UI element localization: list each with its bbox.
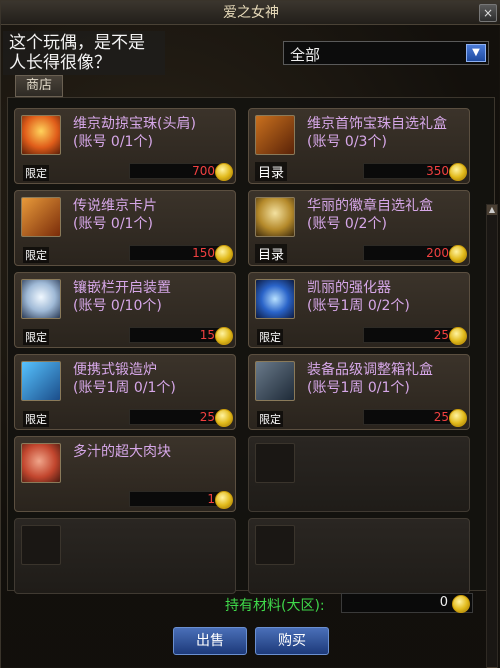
empty-icon-slot bbox=[21, 525, 61, 565]
tab-shop[interactable]: 商店 bbox=[15, 75, 63, 97]
limited-badge: 限定 bbox=[257, 411, 283, 427]
reinforcer-icon bbox=[255, 279, 295, 319]
coin-icon bbox=[449, 163, 467, 181]
item-limit: (账号1周 0/2个) bbox=[307, 298, 410, 314]
item-name: 镶嵌栏开启装置 bbox=[73, 280, 171, 296]
item-name: 维京劫掠宝珠(头肩) bbox=[73, 116, 196, 132]
shop-item-card[interactable]: 限定 凯丽的强化器 (账号1周 0/2个) 25 bbox=[248, 272, 470, 348]
item-price: 150 bbox=[192, 246, 215, 260]
item-name: 传说维京卡片 bbox=[73, 198, 157, 214]
chevron-down-icon[interactable]: ▼ bbox=[466, 44, 486, 62]
item-name: 多汁的超大肉块 bbox=[73, 444, 171, 460]
item-price: 350 bbox=[426, 164, 449, 178]
shop-item-card[interactable]: 多汁的超大肉块 1 bbox=[14, 436, 236, 512]
forge-icon bbox=[21, 361, 61, 401]
material-field: 0 bbox=[341, 593, 473, 613]
scroll-up-icon[interactable]: ▲ bbox=[487, 205, 497, 215]
window-titlebar: 爱之女神 × bbox=[1, 1, 500, 25]
empty-slot bbox=[248, 518, 470, 594]
item-name: 维京首饰宝珠自选礼盒 bbox=[307, 116, 447, 132]
item-price: 25 bbox=[199, 410, 215, 424]
item-name: 装备品级调整箱礼盒 bbox=[307, 362, 433, 378]
limited-badge: 限定 bbox=[23, 247, 49, 263]
coin-icon bbox=[215, 327, 233, 345]
shop-item-card[interactable]: 限定 维京劫掠宝珠(头肩) (账号 0/1个) 700 bbox=[14, 108, 236, 184]
filter-selected: 全部 bbox=[290, 46, 321, 64]
empty-icon-slot bbox=[255, 525, 295, 565]
item-limit: (账号1周 0/1个) bbox=[307, 380, 410, 396]
window-title: 爱之女神 bbox=[223, 5, 279, 21]
meat-icon bbox=[21, 443, 61, 483]
item-price: 15 bbox=[199, 328, 215, 342]
item-name: 便携式锻造炉 bbox=[73, 362, 157, 378]
item-grid-panel: 限定 维京劫掠宝珠(头肩) (账号 0/1个) 700 目录 维京首饰宝珠自选礼… bbox=[7, 97, 498, 668]
buy-button[interactable]: 购买 bbox=[255, 627, 329, 655]
shop-item-card[interactable]: 限定 装备品级调整箱礼盒 (账号1周 0/1个) 25 bbox=[248, 354, 470, 430]
coin-icon bbox=[215, 491, 233, 509]
coin-icon bbox=[449, 409, 467, 427]
empty-icon-slot bbox=[255, 443, 295, 483]
limited-badge: 限定 bbox=[257, 329, 283, 345]
coin-icon bbox=[215, 245, 233, 263]
fire-orb-icon bbox=[21, 115, 61, 155]
coin-icon bbox=[452, 595, 470, 613]
item-price: 25 bbox=[433, 410, 449, 424]
item-price: 700 bbox=[192, 164, 215, 178]
item-price: 200 bbox=[426, 246, 449, 260]
item-name: 凯丽的强化器 bbox=[307, 280, 391, 296]
shop-item-card[interactable]: 目录 维京首饰宝珠自选礼盒 (账号 0/3个) 350 bbox=[248, 108, 470, 184]
coin-icon bbox=[449, 327, 467, 345]
item-name: 华丽的徽章自选礼盒 bbox=[307, 198, 433, 214]
limited-badge: 限定 bbox=[23, 329, 49, 345]
chest-icon bbox=[255, 361, 295, 401]
shop-item-card[interactable]: 限定 便携式锻造炉 (账号1周 0/1个) 25 bbox=[14, 354, 236, 430]
item-limit: (账号 0/1个) bbox=[73, 134, 153, 150]
card-icon bbox=[21, 197, 61, 237]
close-button[interactable]: × bbox=[479, 4, 497, 22]
npc-dialogue-text: 这个玩偶，是不是人长得很像？ bbox=[3, 31, 165, 75]
empty-slot bbox=[248, 436, 470, 512]
item-limit: (账号 0/10个) bbox=[73, 298, 162, 314]
material-value: 0 bbox=[439, 595, 448, 610]
empty-slot bbox=[14, 518, 236, 594]
scrollbar[interactable]: ▲ ▼ bbox=[486, 204, 498, 668]
coin-icon bbox=[215, 163, 233, 181]
socket-icon bbox=[21, 279, 61, 319]
item-limit: (账号 0/2个) bbox=[307, 216, 387, 232]
emblem-box-icon bbox=[255, 197, 295, 237]
item-price: 1 bbox=[207, 492, 215, 506]
coin-icon bbox=[215, 409, 233, 427]
shop-item-card[interactable]: 限定 镶嵌栏开启装置 (账号 0/10个) 15 bbox=[14, 272, 236, 348]
shop-item-card[interactable]: 限定 传说维京卡片 (账号 0/1个) 150 bbox=[14, 190, 236, 266]
material-label: 持有材料(大区): bbox=[225, 598, 325, 614]
shop-window: 爱之女神 × 这个玩偶，是不是人长得很像？ 全部 ▼ 商店 限定 维京劫掠宝珠(… bbox=[0, 0, 500, 668]
item-limit: (账号 0/3个) bbox=[307, 134, 387, 150]
limited-badge: 限定 bbox=[23, 165, 49, 181]
coin-icon bbox=[449, 245, 467, 263]
limited-badge: 限定 bbox=[23, 411, 49, 427]
shop-item-card[interactable]: 目录 华丽的徽章自选礼盒 (账号 0/2个) 200 bbox=[248, 190, 470, 266]
item-limit: (账号 0/1个) bbox=[73, 216, 153, 232]
catalog-tag: 目录 bbox=[255, 244, 288, 263]
sell-button[interactable]: 出售 bbox=[173, 627, 247, 655]
catalog-tag: 目录 bbox=[255, 162, 288, 181]
item-price: 25 bbox=[433, 328, 449, 342]
gift-box-icon bbox=[255, 115, 295, 155]
filter-dropdown[interactable]: 全部 ▼ bbox=[283, 41, 489, 65]
item-limit: (账号1周 0/1个) bbox=[73, 380, 176, 396]
